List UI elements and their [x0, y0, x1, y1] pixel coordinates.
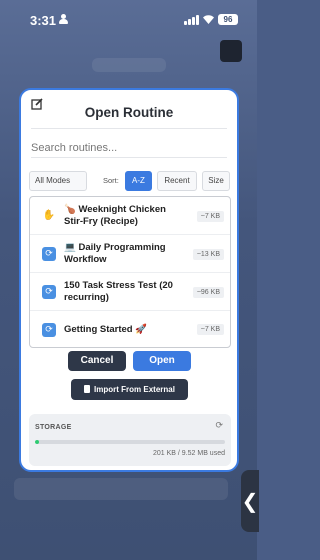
dialog-title: Open Routine [84, 105, 174, 120]
sync-icon: ⟳ [42, 247, 56, 261]
background-menu-button [220, 40, 242, 62]
title-divider [31, 128, 227, 129]
routine-list: ✋ 🍗 Weeknight Chicken Stir-Fry (Recipe) … [29, 196, 231, 348]
background-header-block [92, 58, 166, 72]
filter-row: All Modes Sort: A-Z Recent Size [29, 171, 231, 191]
document-icon [84, 385, 91, 393]
refresh-icon[interactable]: ⟳ [215, 421, 223, 431]
cancel-button[interactable]: Cancel [68, 351, 126, 371]
storage-usage-text: 201 KB / 9.52 MB used [153, 450, 225, 457]
mode-filter-select[interactable]: All Modes [29, 171, 87, 191]
wifi-icon [203, 15, 214, 24]
sort-az-button[interactable]: A-Z [125, 171, 152, 191]
sync-icon: ⟳ [42, 285, 56, 299]
hand-icon: ✋ [42, 210, 56, 221]
routine-size: ~7 KB [196, 211, 224, 222]
open-button[interactable]: Open [133, 351, 191, 371]
routine-size: ~7 KB [196, 324, 224, 335]
person-icon [59, 14, 68, 24]
routine-size: ~96 KB [192, 287, 224, 298]
open-routine-dialog: Open Routine All Modes Sort: A-Z Recent … [19, 88, 239, 472]
search-input[interactable] [31, 138, 227, 158]
cellular-signal-icon [184, 15, 199, 25]
import-from-external-button[interactable]: Import From External [71, 379, 188, 400]
sort-size-button[interactable]: Size [202, 171, 230, 191]
list-item[interactable]: ⟳ 💻 Daily Programming Workflow ~13 KB [30, 235, 230, 273]
sort-recent-button[interactable]: Recent [157, 171, 197, 191]
storage-progress-bar [35, 440, 225, 444]
status-bar: 3:31 96 [0, 0, 257, 40]
background-card [14, 478, 228, 500]
status-time: 3:31 [30, 13, 57, 28]
battery-indicator: 96 [218, 14, 238, 25]
routine-size: ~13 KB [192, 249, 224, 260]
routine-name: 💻 Daily Programming Workflow [64, 242, 166, 265]
sort-label: Sort: [103, 176, 119, 185]
import-label: Import From External [94, 385, 175, 394]
routine-name: 150 Task Stress Test (20 recurring) [64, 280, 173, 303]
list-item[interactable]: ⟳ 150 Task Stress Test (20 recurring) ~9… [30, 273, 230, 311]
storage-label: STORAGE [35, 424, 72, 431]
sync-icon: ⟳ [42, 323, 56, 337]
routine-name: 🍗 Weeknight Chicken Stir-Fry (Recipe) [64, 204, 166, 227]
list-item[interactable]: ⟳ Getting Started 🚀 ~7 KB [30, 311, 230, 347]
list-item[interactable]: ✋ 🍗 Weeknight Chicken Stir-Fry (Recipe) … [30, 197, 230, 235]
storage-panel: STORAGE ⟳ 201 KB / 9.52 MB used [29, 414, 231, 466]
routine-name: Getting Started 🚀 [64, 324, 148, 335]
side-panel-toggle[interactable]: ❮ [241, 470, 259, 532]
storage-progress-fill [35, 440, 39, 444]
